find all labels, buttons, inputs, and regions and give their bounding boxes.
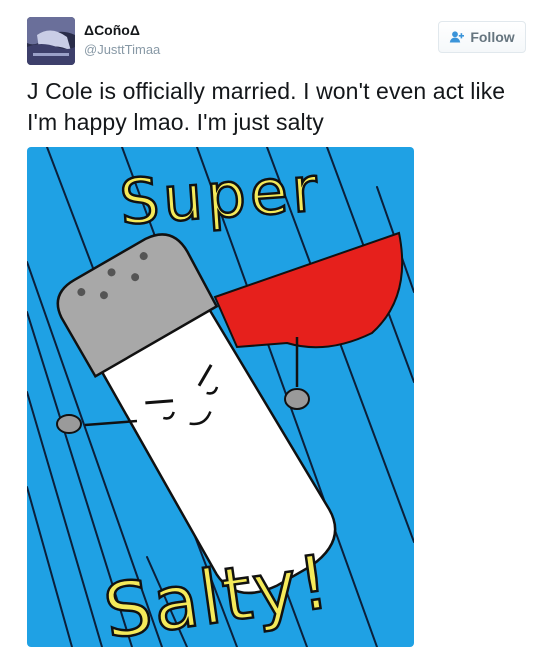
display-name[interactable]: ΔCoñoΔ [84, 22, 140, 38]
drawing-title-super: Super [117, 152, 323, 239]
tweet-text: J Cole is officially married. I won't ev… [27, 78, 506, 135]
follow-label: Follow [470, 29, 515, 45]
follow-button[interactable]: Follow [438, 21, 526, 53]
avatar[interactable] [27, 17, 75, 65]
tweet-image[interactable]: Super Salty! [27, 147, 414, 647]
add-user-icon [449, 31, 465, 43]
user-handle[interactable]: @JusttTimaa [84, 42, 160, 57]
right-fist [284, 388, 310, 410]
left-fist [56, 414, 82, 434]
